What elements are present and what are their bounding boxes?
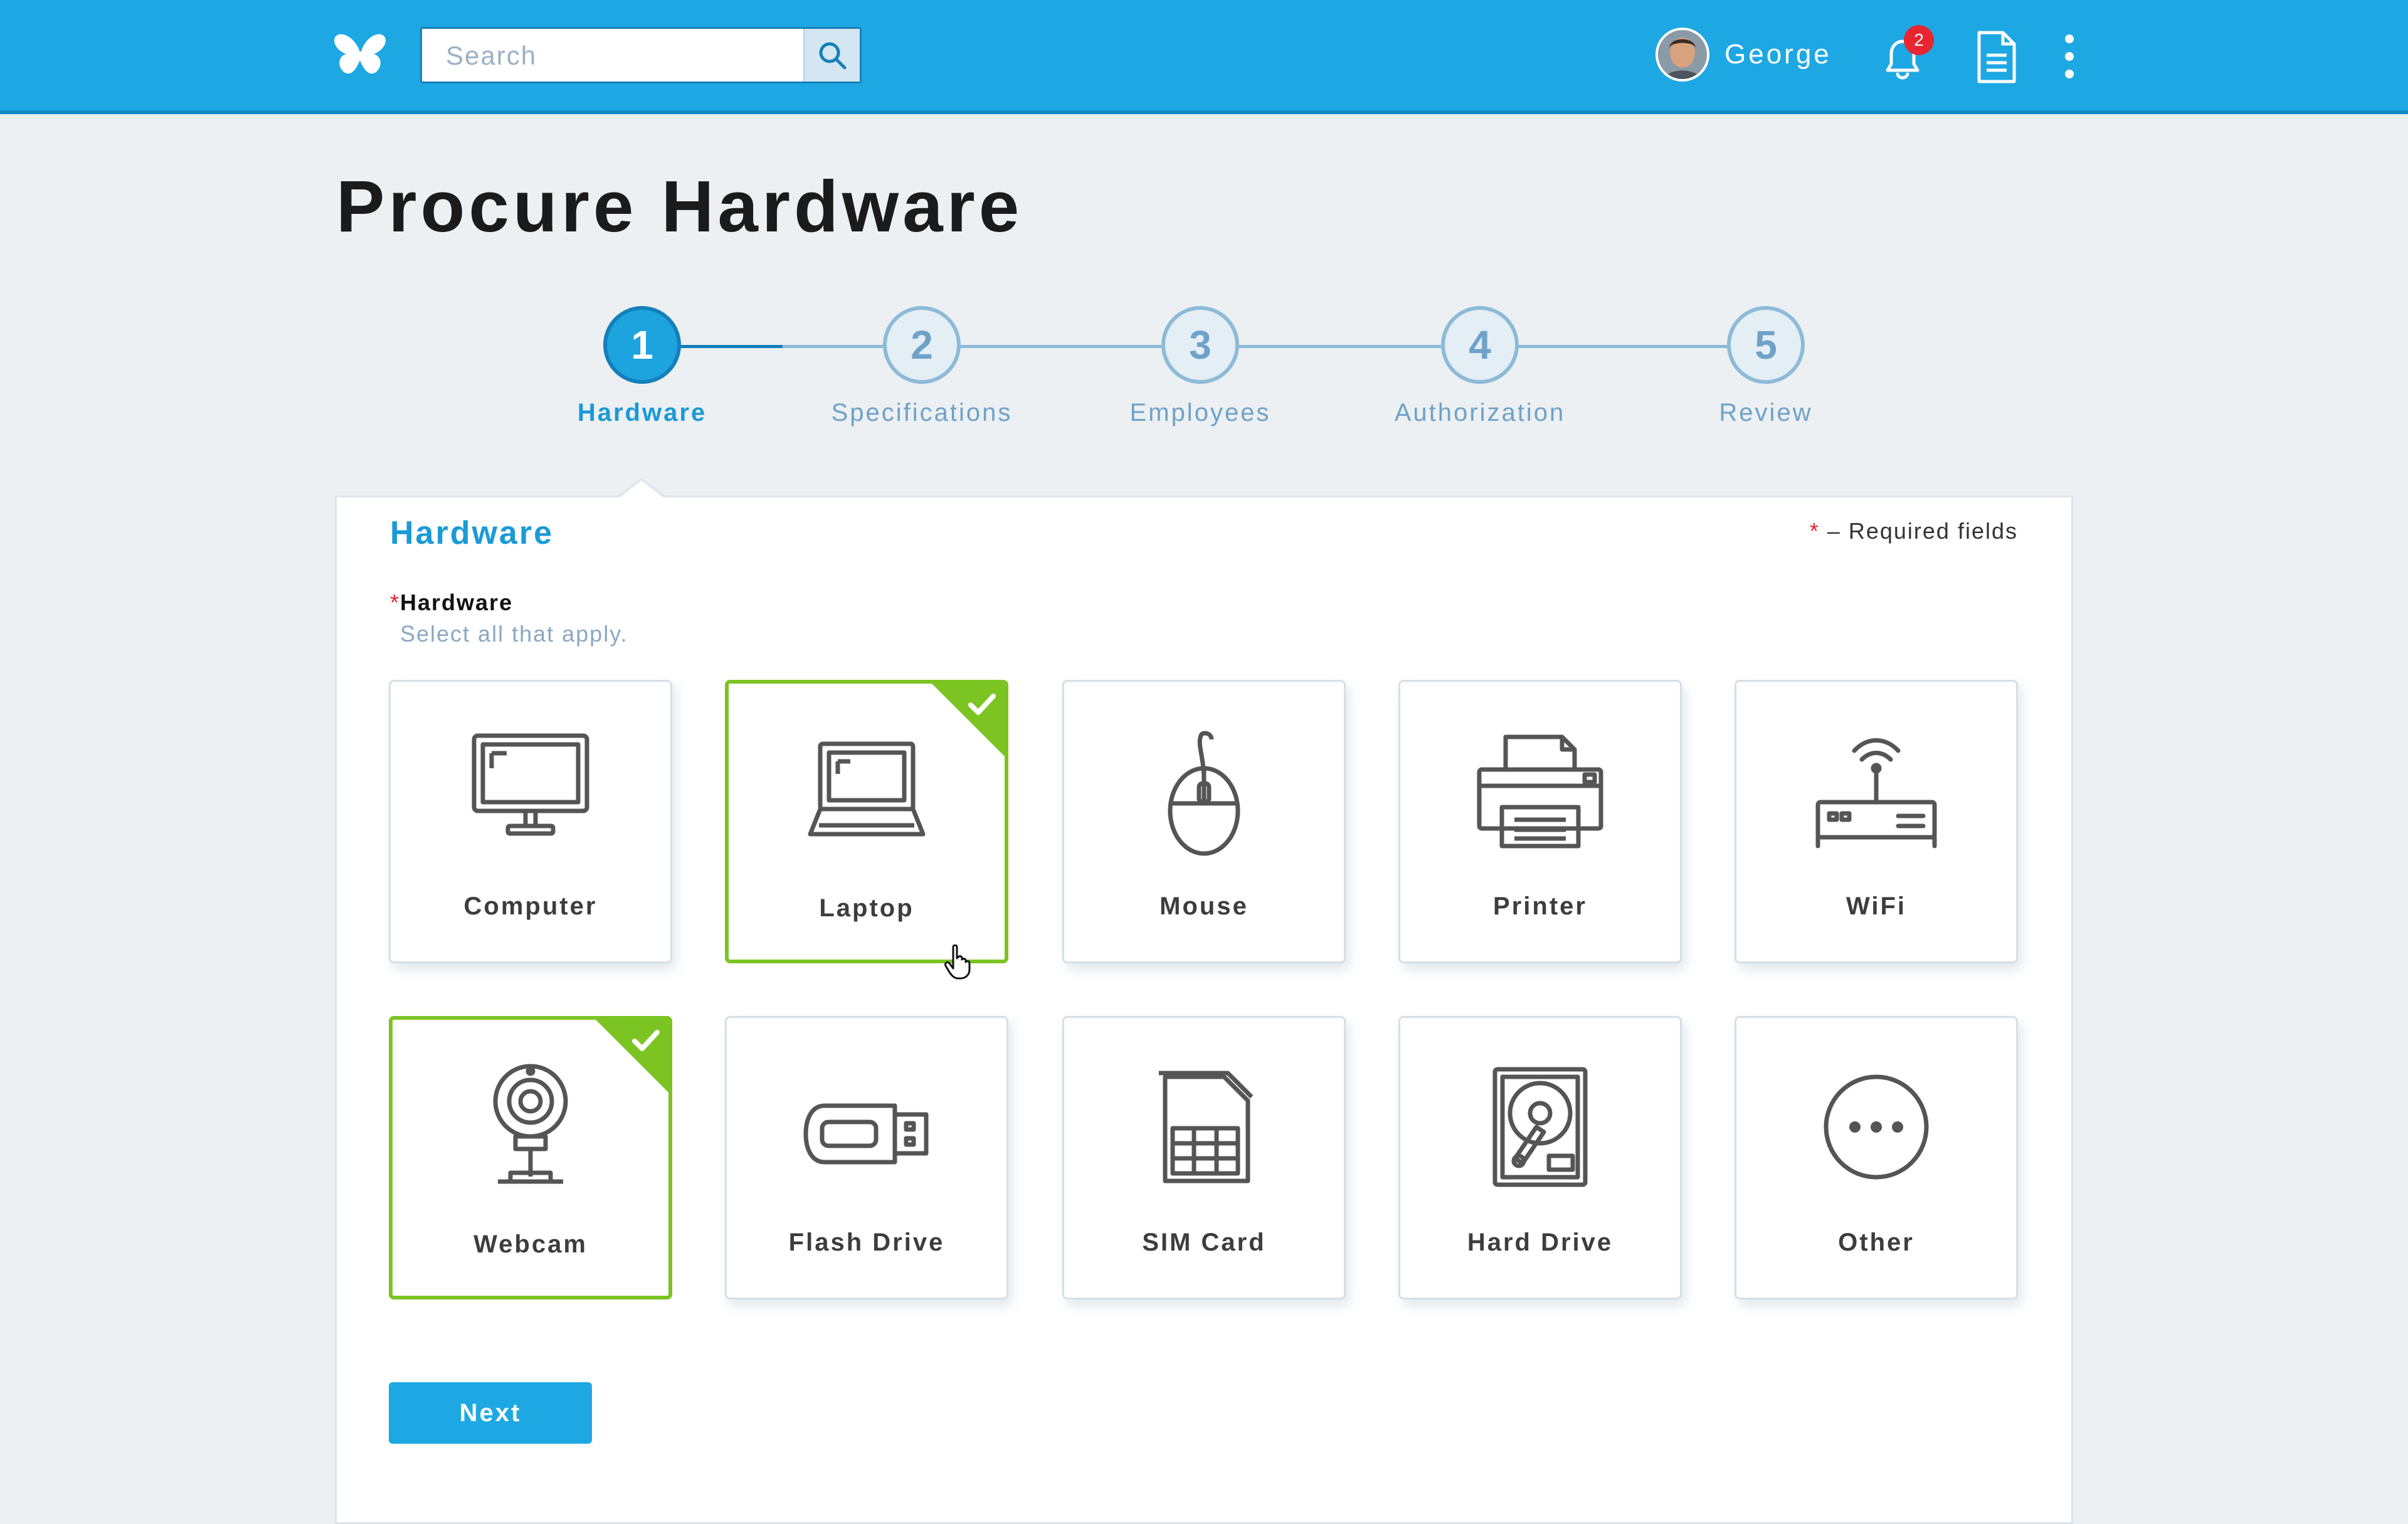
option-label: Flash Drive: [788, 1229, 945, 1256]
step-3-label[interactable]: Employees: [1075, 399, 1326, 427]
more-icon: [1824, 1074, 1929, 1180]
step-connector: [679, 345, 783, 348]
step-1-circle[interactable]: 1: [603, 306, 681, 384]
section-title: Hardware: [390, 515, 554, 551]
mouse-icon: [1168, 731, 1240, 856]
step-1-label[interactable]: Hardware: [517, 399, 768, 427]
option-label: Printer: [1493, 892, 1587, 920]
option-flash-drive[interactable]: Flash Drive: [725, 1016, 1008, 1299]
step-4-label[interactable]: Authorization: [1354, 399, 1605, 427]
step-connector: [1238, 345, 1441, 348]
hand-cursor-icon: [944, 945, 971, 980]
option-label: Webcam: [473, 1230, 588, 1258]
option-computer[interactable]: Computer: [389, 680, 672, 963]
option-wifi[interactable]: WiFi: [1735, 680, 2018, 963]
option-laptop[interactable]: Laptop: [725, 680, 1008, 963]
option-label: Computer: [463, 892, 598, 920]
progress-stepper: 1 2 3 4 5 Hardware Specifications Employ…: [0, 0, 2408, 477]
printer-icon: [1477, 734, 1603, 849]
checkmark-icon: [968, 694, 996, 715]
step-2-label[interactable]: Specifications: [796, 399, 1047, 427]
option-mouse[interactable]: Mouse: [1062, 680, 1346, 963]
wifi-router-icon: [1815, 738, 1937, 849]
checkmark-icon: [632, 1030, 660, 1051]
next-button[interactable]: Next: [389, 1382, 592, 1444]
step-5-circle[interactable]: 5: [1727, 306, 1805, 384]
option-label: Laptop: [819, 894, 914, 922]
option-sim-card[interactable]: SIM Card: [1062, 1016, 1346, 1299]
required-star: *: [1809, 518, 1820, 544]
flash-drive-icon: [803, 1103, 929, 1165]
option-label: Hard Drive: [1467, 1229, 1613, 1256]
option-printer[interactable]: Printer: [1398, 680, 1682, 963]
option-label: Mouse: [1159, 892, 1249, 920]
step-connector: [1518, 345, 1727, 348]
option-label: WiFi: [1846, 892, 1907, 920]
field-hint: Select all that apply.: [400, 621, 628, 647]
required-fields-note: * – Required fields: [1810, 518, 2018, 544]
webcam-icon: [493, 1064, 568, 1184]
option-label: SIM Card: [1142, 1229, 1266, 1256]
option-hard-drive[interactable]: Hard Drive: [1398, 1016, 1682, 1299]
option-webcam[interactable]: Webcam: [389, 1016, 672, 1299]
field-label-text: Hardware: [400, 590, 514, 615]
field-label: *Hardware: [390, 590, 513, 616]
step-connector: [783, 345, 883, 348]
laptop-icon: [808, 741, 926, 837]
sim-card-icon: [1159, 1071, 1254, 1183]
card-pointer-fill: [619, 480, 664, 498]
step-2-circle[interactable]: 2: [883, 306, 961, 384]
required-note-text: – Required fields: [1827, 518, 2018, 544]
computer-icon: [472, 733, 589, 836]
option-label: Other: [1838, 1229, 1914, 1256]
required-star: *: [390, 590, 401, 615]
step-5-label[interactable]: Review: [1640, 399, 1891, 427]
step-connector: [959, 345, 1161, 348]
step-3-circle[interactable]: 3: [1161, 306, 1239, 384]
step-4-circle[interactable]: 4: [1441, 306, 1519, 384]
hardware-form-card: [335, 495, 2073, 1524]
option-other[interactable]: Other: [1735, 1016, 2018, 1299]
hard-drive-icon: [1492, 1067, 1588, 1187]
